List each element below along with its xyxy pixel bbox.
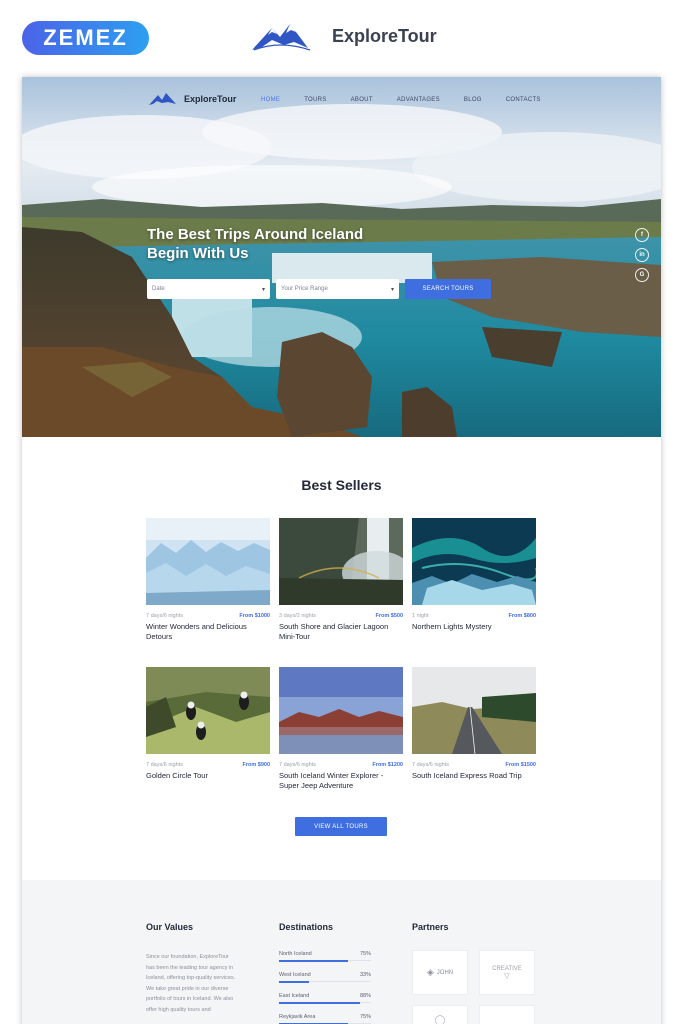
tour-price: From $500 (375, 613, 403, 619)
linkedin-icon[interactable]: in (635, 248, 649, 262)
tour-search-form: Date ▾ Your Price Range ▾ SEARCH TOURS (147, 279, 491, 299)
site-navbar: ExploreTour HOME TOURS ABOUT ADVANTAGES … (22, 77, 661, 123)
destination-bar (279, 1001, 371, 1004)
partner-logo-john[interactable]: ◈ JOHN (412, 950, 468, 995)
destination-item: Reykjavik Area 75% (279, 1014, 371, 1024)
destination-item: West Iceland 33% (279, 972, 371, 993)
tour-title[interactable]: South Iceland Express Road Trip (412, 771, 536, 781)
mountain-logo-icon (252, 24, 311, 51)
tour-image-northern-lights[interactable] (412, 518, 536, 605)
destination-name[interactable]: Reykjavik Area (279, 1014, 315, 1020)
partner-logo[interactable] (479, 1005, 535, 1024)
nav-links: HOME TOURS ABOUT ADVANTAGES BLOG CONTACT… (261, 97, 541, 103)
tour-card[interactable]: 3 days/2 nights From $500 South Shore an… (279, 518, 403, 667)
hero-section: ExploreTour HOME TOURS ABOUT ADVANTAGES … (22, 77, 661, 437)
partner-logo-creative[interactable]: CREATIVE ▽ (479, 950, 535, 995)
tour-price: From $800 (508, 613, 536, 619)
tour-title[interactable]: Winter Wonders and Delicious Detours (146, 622, 270, 642)
best-sellers-title: Best Sellers (301, 477, 382, 493)
tour-duration: 3 days/2 nights (279, 613, 316, 619)
hero-headline-line-2: Begin With Us (147, 245, 249, 262)
destination-bar-fill (279, 959, 348, 962)
nav-home[interactable]: HOME (261, 97, 280, 103)
nav-about[interactable]: ABOUT (351, 97, 373, 103)
partners-title: Partners (412, 922, 449, 932)
date-select-placeholder: Date (152, 286, 165, 292)
chevron-down-icon: ▾ (261, 286, 265, 293)
zemez-logo[interactable]: ZEMEZ (22, 21, 149, 55)
tour-price: From $1000 (239, 613, 270, 619)
theme-preview: ExploreTour HOME TOURS ABOUT ADVANTAGES … (22, 77, 661, 1024)
hero-headline-line-1: The Best Trips Around Iceland (147, 226, 364, 243)
tour-image-puffins[interactable] (146, 667, 270, 754)
circle-logo-icon: ◯ (434, 1014, 446, 1024)
tour-image-glacier[interactable] (146, 518, 270, 605)
destination-percent: 75% (359, 1014, 371, 1020)
mountain-logo-icon (149, 93, 176, 105)
triangle-icon: ▽ (504, 972, 510, 980)
destination-bar (279, 959, 371, 962)
nav-advantages[interactable]: ADVANTAGES (397, 97, 440, 103)
social-links: f in G (635, 228, 649, 282)
price-range-select[interactable]: Your Price Range ▾ (276, 279, 399, 299)
tour-title[interactable]: South Shore and Glacier Lagoon Mini-Tour (279, 622, 403, 642)
search-tours-button[interactable]: SEARCH TOURS (405, 279, 491, 299)
diamond-icon: ◈ (426, 967, 434, 977)
tour-price: From $900 (242, 762, 270, 768)
brand-name: ExploreTour (332, 25, 437, 46)
destination-bar-fill (279, 980, 310, 983)
footer-section: Our Values Since our foundation, Explore… (22, 880, 661, 1024)
destination-percent: 33% (359, 972, 371, 978)
destination-name[interactable]: West Iceland (279, 972, 311, 978)
destinations-list: North Iceland 75% West Iceland 33% East Ic… (279, 951, 371, 1024)
tour-card[interactable]: 7 days/6 nights From $900 Golden Circle … (146, 667, 270, 816)
tour-card[interactable]: 7 days/6 nights From $1200 South Iceland… (279, 667, 403, 816)
hero-headline: The Best Trips Around Iceland Begin With… (147, 225, 407, 263)
tour-duration: 7 days/6 nights (412, 762, 449, 768)
tour-duration: 7 days/6 nights (279, 762, 316, 768)
destination-item: North Iceland 75% (279, 951, 371, 972)
tour-title[interactable]: Golden Circle Tour (146, 771, 270, 781)
tour-image-lake-mountains[interactable] (279, 667, 403, 754)
nav-tours[interactable]: TOURS (304, 97, 326, 103)
tour-title[interactable]: South Iceland Winter Explorer -Super Jee… (279, 771, 403, 791)
tour-card[interactable]: 1 night From $800 Northern Lights Myster… (412, 518, 536, 667)
destination-percent: 88% (359, 993, 371, 999)
partner-logo[interactable]: ◯ (412, 1005, 468, 1024)
site-logo-text: ExploreTour (184, 94, 237, 104)
date-select[interactable]: Date ▾ (147, 279, 270, 299)
nav-blog[interactable]: BLOG (464, 97, 482, 103)
price-select-placeholder: Your Price Range (281, 286, 328, 292)
destination-bar-fill (279, 1001, 360, 1004)
tour-image-waterfall[interactable] (279, 518, 403, 605)
tour-card[interactable]: 7 days/6 nights From $1000 Winter Wonder… (146, 518, 270, 667)
our-values-text: Since our foundation, ExploreTour has be… (146, 954, 236, 1013)
site-logo[interactable]: ExploreTour (148, 92, 236, 106)
chevron-down-icon: ▾ (390, 286, 394, 293)
brand-header: ExploreTour (250, 20, 437, 52)
partner-name: JOHN (436, 969, 454, 976)
facebook-icon[interactable]: f (635, 228, 649, 242)
tour-duration: 7 days/6 nights (146, 762, 183, 768)
google-icon[interactable]: G (635, 268, 649, 282)
destination-name[interactable]: North Iceland (279, 951, 312, 957)
tour-card[interactable]: 7 days/6 nights From $1500 South Iceland… (412, 667, 536, 816)
destination-name[interactable]: East Iceland (279, 993, 309, 999)
tour-title[interactable]: Northern Lights Mystery (412, 622, 536, 632)
tour-duration: 7 days/6 nights (146, 613, 183, 619)
tour-price: From $1500 (505, 762, 536, 768)
tour-grid: 7 days/6 nights From $1000 Winter Wonder… (146, 518, 537, 816)
destination-item: East Iceland 88% (279, 993, 371, 1014)
nav-contacts[interactable]: CONTACTS (506, 97, 541, 103)
destination-bar (279, 980, 371, 983)
destinations-title: Destinations (279, 922, 334, 932)
destination-percent: 75% (359, 951, 371, 957)
tour-price: From $1200 (372, 762, 403, 768)
tour-duration: 1 night (412, 613, 429, 619)
view-all-tours-button[interactable]: VIEW ALL TOURS (295, 817, 387, 836)
tour-image-road[interactable] (412, 667, 536, 754)
our-values-title: Our Values (146, 922, 194, 932)
